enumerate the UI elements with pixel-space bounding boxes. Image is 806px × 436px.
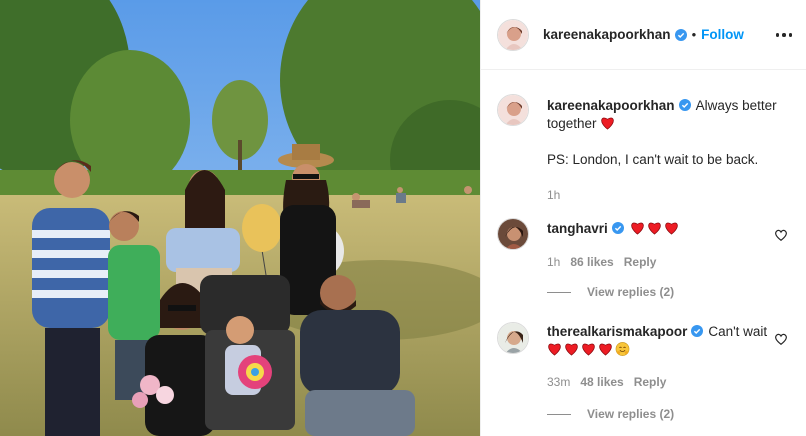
red-heart-emoji-icon [582, 343, 595, 356]
comment-time[interactable]: 33m [547, 373, 570, 391]
red-heart-emoji-icon [631, 222, 644, 235]
reply-button[interactable]: Reply [634, 373, 667, 391]
more-dot [775, 33, 780, 37]
avatar-image [498, 219, 528, 249]
red-heart-emoji-icon [599, 343, 612, 356]
red-heart-emoji-icon [548, 343, 561, 356]
avatar-image [498, 95, 528, 125]
separator-dot: • [691, 27, 697, 42]
red-heart-emoji-icon [601, 117, 614, 130]
post-photo-illustration [0, 0, 480, 436]
red-heart-emoji-icon [565, 343, 578, 356]
comment-avatar[interactable] [497, 218, 529, 250]
verified-badge-icon [611, 222, 624, 234]
comment: therealkarismakapoor Can't wait 33m 48 li… [497, 322, 796, 391]
more-dot [782, 33, 786, 37]
verified-badge-icon [691, 325, 704, 337]
comment-meta: 33m 48 likes Reply [547, 373, 796, 391]
comment-username[interactable]: tanghavri [547, 221, 608, 236]
post-header: kareenakapoorkhan • Follow [481, 0, 806, 70]
replies-divider [547, 291, 571, 293]
avatar[interactable] [497, 18, 529, 51]
comment-text-line: therealkarismakapoor Can't wait [547, 323, 777, 359]
comment-time[interactable]: 1h [547, 253, 560, 271]
like-heart-icon[interactable] [774, 228, 788, 242]
red-heart-emoji-icon [648, 222, 661, 235]
replies-divider [547, 413, 571, 415]
caption-avatar[interactable] [497, 94, 529, 126]
comment-body: tanghavri 1h 86 likes Reply [547, 218, 796, 271]
caption-meta: 1h [547, 186, 796, 204]
caption-text-line: kareenakapoorkhan Always better together [547, 97, 787, 133]
view-replies-button[interactable]: View replies (2) [547, 407, 674, 421]
reply-button[interactable]: Reply [624, 253, 657, 271]
red-heart-emoji-icon [665, 222, 678, 235]
post-photo[interactable] [0, 0, 480, 436]
avatar-image [498, 19, 528, 50]
caption-body: kareenakapoorkhan Always better together … [547, 94, 796, 204]
caption-username[interactable]: kareenakapoorkhan [547, 98, 675, 113]
caption-time[interactable]: 1h [547, 186, 560, 204]
more-options-icon[interactable] [772, 26, 796, 44]
comment-body: therealkarismakapoor Can't wait 33m 48 li… [547, 322, 796, 391]
comment-username[interactable]: therealkarismakapoor [547, 324, 687, 339]
instagram-post-view: kareenakapoorkhan • Follow kareenakapoor… [0, 0, 806, 436]
comment-likes[interactable]: 86 likes [570, 253, 613, 271]
caption-ps: PS: London, I can't wait to be back. [547, 152, 759, 167]
comment-avatar[interactable] [497, 322, 529, 354]
follow-button[interactable]: Follow [701, 27, 744, 42]
like-heart-icon[interactable] [774, 332, 788, 346]
header-username[interactable]: kareenakapoorkhan [543, 27, 671, 42]
hugging-face-emoji-icon [615, 342, 630, 356]
comment-meta: 1h 86 likes Reply [547, 253, 796, 271]
view-replies-label: View replies (2) [587, 407, 675, 421]
more-dot [788, 33, 793, 37]
comment-text-line: tanghavri [547, 220, 796, 238]
post-sidebar: kareenakapoorkhan • Follow kareenakapoor… [480, 0, 806, 436]
comment-text: Can't wait [708, 324, 768, 339]
avatar-image [498, 323, 528, 353]
caption: kareenakapoorkhan Always better together … [497, 94, 796, 204]
view-replies-button[interactable]: View replies (2) [547, 285, 674, 299]
view-replies-label: View replies (2) [587, 285, 675, 299]
comment-likes[interactable]: 48 likes [580, 373, 623, 391]
comment: tanghavri 1h 86 likes Reply [497, 218, 796, 271]
verified-badge-icon [674, 28, 687, 41]
verified-badge-icon [678, 99, 691, 111]
